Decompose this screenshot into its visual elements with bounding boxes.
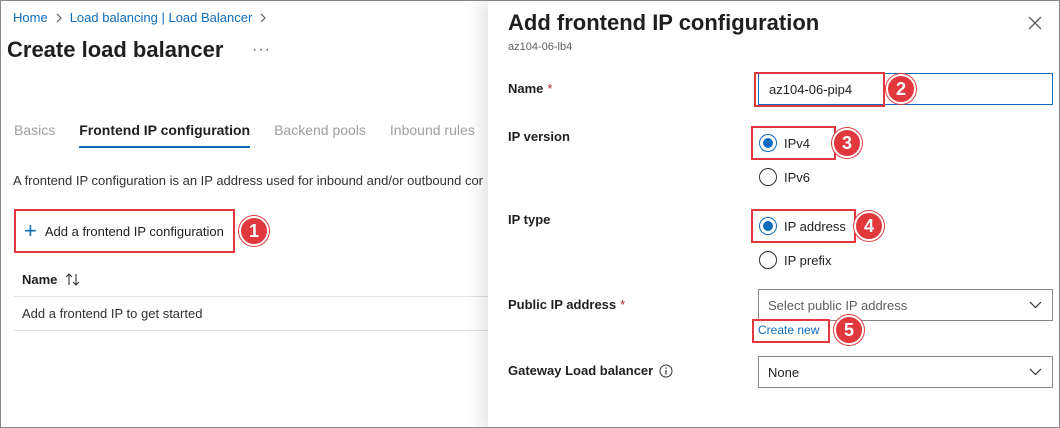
panel-subtitle: az104-06-lb4 <box>508 41 573 53</box>
frontend-table-header: Name <box>14 263 490 297</box>
panel-title: Add frontend IP configuration <box>508 10 820 35</box>
gateway-lb-dropdown[interactable]: None <box>758 356 1053 388</box>
callout-1: 1 <box>239 216 269 246</box>
table-empty-row: Add a frontend IP to get started <box>14 297 490 331</box>
chevron-right-icon <box>55 13 63 23</box>
ip-version-label: IP version <box>508 129 570 144</box>
ipv4-radio[interactable]: IPv4 <box>759 134 810 152</box>
radio-circle <box>759 168 777 186</box>
add-frontend-ip-label: Add a frontend IP configuration <box>44 223 224 239</box>
info-icon[interactable] <box>659 364 673 378</box>
more-options-button[interactable]: ··· <box>252 41 271 59</box>
public-ip-placeholder: Select public IP address <box>768 297 908 313</box>
callout-5: 5 <box>834 315 864 345</box>
chevron-down-icon <box>1029 300 1042 309</box>
ipv4-label: IPv4 <box>784 135 811 151</box>
required-marker: * <box>620 297 626 312</box>
radio-circle <box>759 217 777 235</box>
column-header-name[interactable]: Name <box>22 272 57 287</box>
breadcrumb: Home Load balancing | Load Balancer <box>13 10 274 25</box>
public-ip-label: Public IP address * <box>508 297 625 312</box>
breadcrumb-load-balancing-link[interactable]: Load balancing | Load Balancer <box>70 10 253 25</box>
add-frontend-ip-panel: Add frontend IP configuration az104-06-l… <box>488 1 1059 427</box>
ip-type-label: IP type <box>508 212 551 227</box>
chevron-down-icon <box>1029 367 1042 376</box>
add-frontend-ip-button[interactable]: + Add a frontend IP configuration <box>14 209 235 253</box>
tab-frontend-ip-configuration[interactable]: Frontend IP configuration <box>79 122 251 148</box>
gateway-lb-value: None <box>768 364 800 380</box>
radio-dot <box>763 138 773 148</box>
tab-backend-pools[interactable]: Backend pools <box>274 122 366 148</box>
screenshot-frame: Home Load balancing | Load Balancer Crea… <box>0 0 1060 428</box>
frontend-description: A frontend IP configuration is an IP add… <box>13 173 484 188</box>
ipv6-label: IPv6 <box>784 169 811 185</box>
callout-3: 3 <box>832 128 862 158</box>
ip-prefix-label: IP prefix <box>784 252 832 268</box>
name-label-text: Name <box>508 81 544 96</box>
ip-prefix-radio[interactable]: IP prefix <box>759 251 831 269</box>
callout-4: 4 <box>854 211 884 241</box>
public-ip-label-text: Public IP address <box>508 297 617 312</box>
gateway-lb-label: Gateway Load balancer <box>508 363 673 378</box>
name-label: Name * <box>508 81 552 96</box>
radio-circle <box>759 251 777 269</box>
page-title: Create load balancer <box>7 37 224 62</box>
callout-2: 2 <box>886 74 916 104</box>
radio-circle <box>759 134 777 152</box>
tab-basics[interactable]: Basics <box>14 122 55 148</box>
sort-icon[interactable] <box>65 273 81 286</box>
create-new-link[interactable]: Create new <box>758 323 819 337</box>
gateway-lb-label-text: Gateway Load balancer <box>508 363 654 378</box>
wizard-tabs: Basics Frontend IP configuration Backend… <box>14 122 499 148</box>
chevron-right-icon <box>259 13 267 23</box>
radio-dot <box>763 221 773 231</box>
required-marker: * <box>547 81 553 96</box>
close-icon[interactable] <box>1024 12 1046 34</box>
ip-address-label: IP address <box>784 218 846 234</box>
ipv6-radio[interactable]: IPv6 <box>759 168 810 186</box>
breadcrumb-home-link[interactable]: Home <box>13 10 48 25</box>
plus-icon: + <box>24 218 37 243</box>
public-ip-dropdown[interactable]: Select public IP address <box>758 289 1053 321</box>
ip-address-radio[interactable]: IP address <box>759 217 846 235</box>
tab-inbound-rules[interactable]: Inbound rules <box>390 122 475 148</box>
